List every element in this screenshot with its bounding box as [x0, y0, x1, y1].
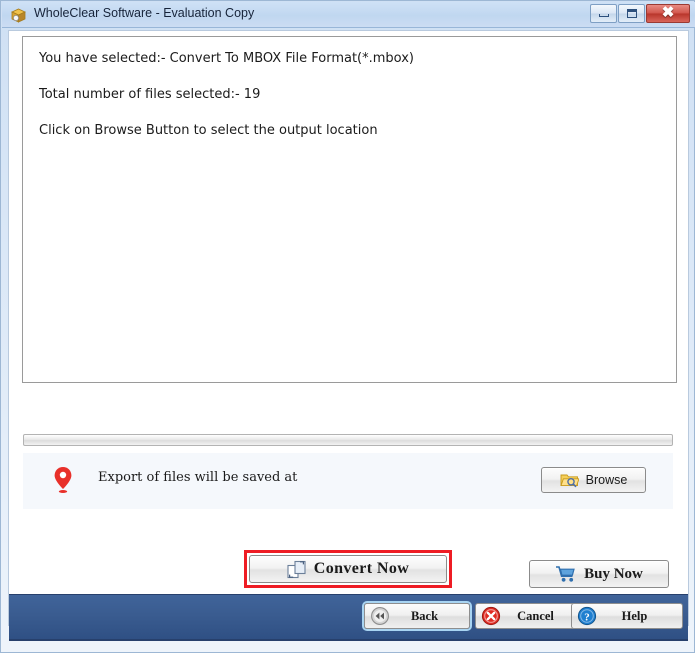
convert-now-button[interactable]: Convert Now	[249, 555, 447, 583]
back-button-label: Back	[410, 608, 439, 623]
progress-bar	[23, 434, 673, 446]
convert-pages-icon	[287, 560, 307, 579]
back-button[interactable]: Back	[364, 603, 470, 629]
minimize-icon	[598, 14, 609, 17]
red-x-circle-icon	[481, 606, 501, 626]
maximize-icon	[626, 9, 637, 18]
browse-button-label: Browse	[585, 473, 628, 487]
help-button-label: Help	[621, 608, 648, 623]
title-bar: WholeClear Software - Evaluation Copy ✖	[2, 2, 695, 28]
window-title: WholeClear Software - Evaluation Copy	[34, 6, 255, 20]
maximize-button[interactable]	[618, 4, 645, 23]
export-location-label: Export of files will be saved at	[98, 470, 298, 485]
application-window: WholeClear Software - Evaluation Copy ✖ …	[0, 0, 695, 653]
client-area: You have selected:- Convert To MBOX File…	[8, 30, 689, 626]
help-button[interactable]: ? Help	[571, 603, 683, 629]
svg-text:?: ?	[584, 611, 590, 623]
info-text-panel: You have selected:- Convert To MBOX File…	[22, 36, 677, 383]
convert-now-label: Convert Now	[313, 560, 410, 577]
rewind-circle-icon	[370, 606, 390, 626]
info-line-format: You have selected:- Convert To MBOX File…	[39, 51, 414, 66]
minimize-button[interactable]	[590, 4, 617, 23]
app-box-icon	[10, 7, 27, 24]
browse-button[interactable]: Browse	[541, 467, 646, 493]
window-controls: ✖	[590, 4, 690, 23]
cancel-button-label: Cancel	[517, 608, 554, 623]
location-pin-icon	[53, 466, 73, 494]
info-line-browse-hint: Click on Browse Button to select the out…	[39, 123, 378, 138]
export-location-row: Export of files will be saved at Browse	[23, 453, 673, 509]
close-button[interactable]: ✖	[646, 4, 690, 23]
bottom-nav-bar: Back Cancel ? Help	[9, 594, 688, 641]
folder-search-icon	[560, 472, 579, 488]
buy-now-button[interactable]: Buy Now	[529, 560, 669, 588]
close-icon: ✖	[661, 5, 675, 21]
buy-now-label: Buy Now	[584, 565, 643, 582]
info-line-file-count: Total number of files selected:- 19	[39, 87, 261, 102]
cancel-button[interactable]: Cancel	[475, 603, 581, 629]
blue-question-circle-icon: ?	[577, 606, 597, 626]
shopping-cart-icon	[555, 565, 577, 583]
